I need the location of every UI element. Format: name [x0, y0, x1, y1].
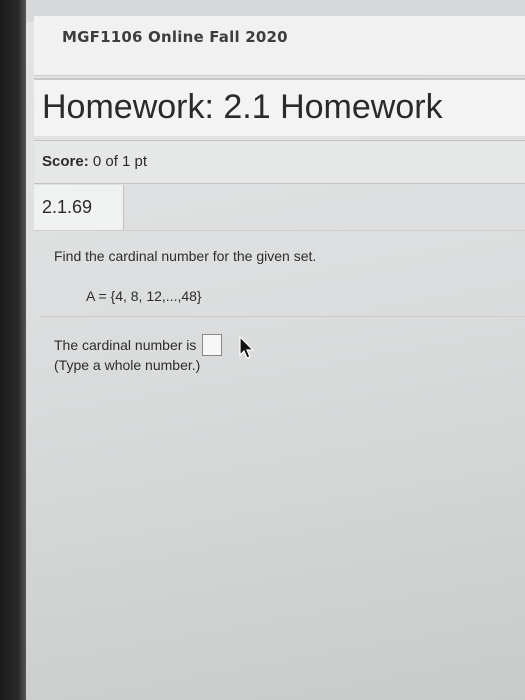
answer-hint: (Type a whole number.) [54, 357, 201, 373]
screen-bezel [0, 0, 26, 700]
homework-title: Homework: 2.1 Homework [42, 88, 443, 126]
mouse-pointer-icon [239, 336, 255, 359]
score-label: Score: [42, 153, 89, 170]
answer-input[interactable] [202, 334, 223, 356]
homework-page: MGF1106 Online Fall 2020 Homework: 2.1 H… [34, 0, 525, 700]
question-number-row: 2.1.69 [34, 185, 525, 231]
divider [40, 316, 525, 317]
answer-label: The cardinal number is [54, 337, 197, 353]
set-expression: A = {4, 8, 12,...,48} [86, 288, 202, 304]
question-number: 2.1.69 [42, 197, 93, 217]
score-value: 0 of 1 pt [92, 153, 148, 170]
score-display: Score: 0 of 1 pt [42, 153, 147, 170]
course-title: MGF1106 Online Fall 2020 [62, 28, 288, 46]
score-bar: Score: 0 of 1 pt [34, 140, 525, 184]
course-header: MGF1106 Online Fall 2020 [34, 16, 525, 76]
answer-line: The cardinal number is [54, 334, 223, 356]
homework-header: Homework: 2.1 Homework [34, 78, 525, 136]
question-number-box: 2.1.69 [34, 185, 124, 230]
question-prompt: Find the cardinal number for the given s… [54, 248, 317, 264]
